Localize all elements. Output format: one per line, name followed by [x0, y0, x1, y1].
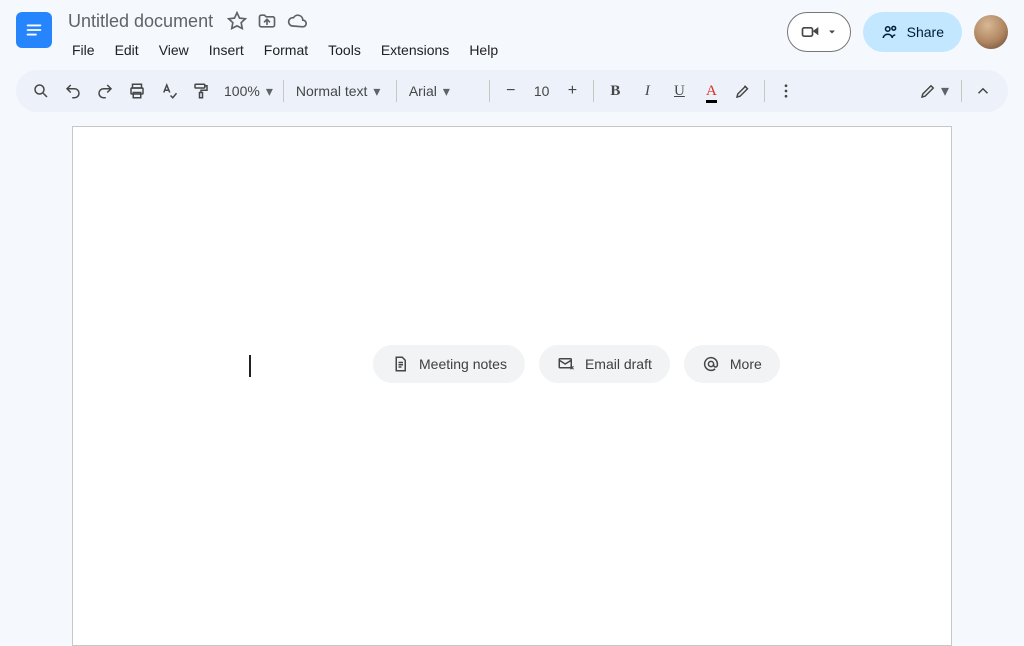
menu-bar: File Edit View Insert Format Tools Exten… [64, 36, 787, 64]
paint-format-button[interactable] [186, 76, 216, 106]
menu-format[interactable]: Format [256, 38, 316, 62]
chip-email-draft[interactable]: Email draft [539, 345, 670, 383]
minus-icon: − [506, 82, 515, 100]
spellcheck-button[interactable] [154, 76, 184, 106]
title-area: Untitled document File Edit View Insert … [64, 8, 787, 64]
cloud-status-icon[interactable] [287, 11, 307, 31]
menu-insert[interactable]: Insert [201, 38, 252, 62]
document-page[interactable]: Meeting notes Email draft More [72, 126, 952, 646]
menu-edit[interactable]: Edit [107, 38, 147, 62]
avatar[interactable] [974, 15, 1008, 49]
header-right: Share [787, 12, 1008, 52]
collapse-toolbar-button[interactable] [968, 76, 998, 106]
font-size-input[interactable]: 10 [528, 83, 556, 99]
suggestion-chips: Meeting notes Email draft More [373, 345, 780, 383]
menu-view[interactable]: View [151, 38, 197, 62]
zoom-dropdown[interactable]: 100% ▾ [218, 83, 277, 100]
menu-extensions[interactable]: Extensions [373, 38, 457, 62]
chevron-up-icon [974, 82, 992, 100]
docs-logo[interactable] [16, 12, 52, 48]
separator [593, 80, 594, 102]
text-cursor [249, 355, 251, 377]
app-header: Untitled document File Edit View Insert … [0, 0, 1024, 64]
redo-icon [96, 82, 114, 100]
bold-button[interactable]: B [600, 76, 630, 106]
separator [283, 80, 284, 102]
people-icon [881, 23, 899, 41]
italic-button[interactable]: I [632, 76, 662, 106]
text-color-button[interactable]: A [696, 76, 726, 106]
chevron-down-icon: ▾ [266, 83, 273, 100]
chip-meeting-notes[interactable]: Meeting notes [373, 345, 525, 383]
spellcheck-icon [160, 82, 178, 100]
toolbar: 100% ▾ Normal text ▾ Arial ▾ − 10 + B I U A… [16, 70, 1008, 112]
text-color-icon: A [706, 83, 717, 100]
chip-more[interactable]: More [684, 345, 780, 383]
document-title[interactable]: Untitled document [64, 10, 217, 33]
separator [764, 80, 765, 102]
chip-label: Email draft [585, 356, 652, 372]
zoom-value: 100% [224, 83, 260, 99]
plus-icon: + [568, 82, 577, 100]
undo-button[interactable] [58, 76, 88, 106]
menu-help[interactable]: Help [461, 38, 506, 62]
chevron-down-icon: ▾ [373, 83, 380, 100]
highlighter-icon [734, 82, 752, 100]
menu-file[interactable]: File [64, 38, 103, 62]
share-button[interactable]: Share [863, 12, 962, 52]
separator [489, 80, 490, 102]
underline-button[interactable]: U [664, 76, 694, 106]
print-icon [128, 82, 146, 100]
paint-roller-icon [192, 82, 210, 100]
chip-label: More [730, 356, 762, 372]
search-button[interactable] [26, 76, 56, 106]
email-icon [557, 355, 575, 373]
more-vert-icon [777, 82, 795, 100]
editing-mode-dropdown[interactable]: ▾ [913, 76, 955, 106]
font-size-value: 10 [534, 83, 550, 99]
title-row: Untitled document [64, 8, 787, 34]
chevron-down-icon: ▾ [941, 81, 949, 101]
move-icon[interactable] [257, 11, 277, 31]
separator [396, 80, 397, 102]
chip-label: Meeting notes [419, 356, 507, 372]
share-label: Share [907, 24, 944, 40]
chevron-down-icon [826, 26, 838, 38]
highlight-button[interactable] [728, 76, 758, 106]
font-value: Arial [409, 83, 437, 99]
font-size-increase[interactable]: + [557, 76, 587, 106]
style-value: Normal text [296, 83, 368, 99]
at-icon [702, 355, 720, 373]
document-icon [391, 355, 409, 373]
redo-button[interactable] [90, 76, 120, 106]
pencil-icon [919, 82, 937, 100]
video-icon [800, 22, 820, 42]
meet-button[interactable] [787, 12, 851, 52]
search-icon [32, 82, 50, 100]
style-dropdown[interactable]: Normal text ▾ [290, 83, 390, 100]
more-tools-button[interactable] [771, 76, 801, 106]
menu-tools[interactable]: Tools [320, 38, 369, 62]
font-dropdown[interactable]: Arial ▾ [403, 83, 483, 100]
document-area: Meeting notes Email draft More [0, 126, 1024, 646]
undo-icon [64, 82, 82, 100]
star-icon[interactable] [227, 11, 247, 31]
font-size-decrease[interactable]: − [496, 76, 526, 106]
chevron-down-icon: ▾ [443, 83, 450, 100]
separator [961, 80, 962, 102]
print-button[interactable] [122, 76, 152, 106]
